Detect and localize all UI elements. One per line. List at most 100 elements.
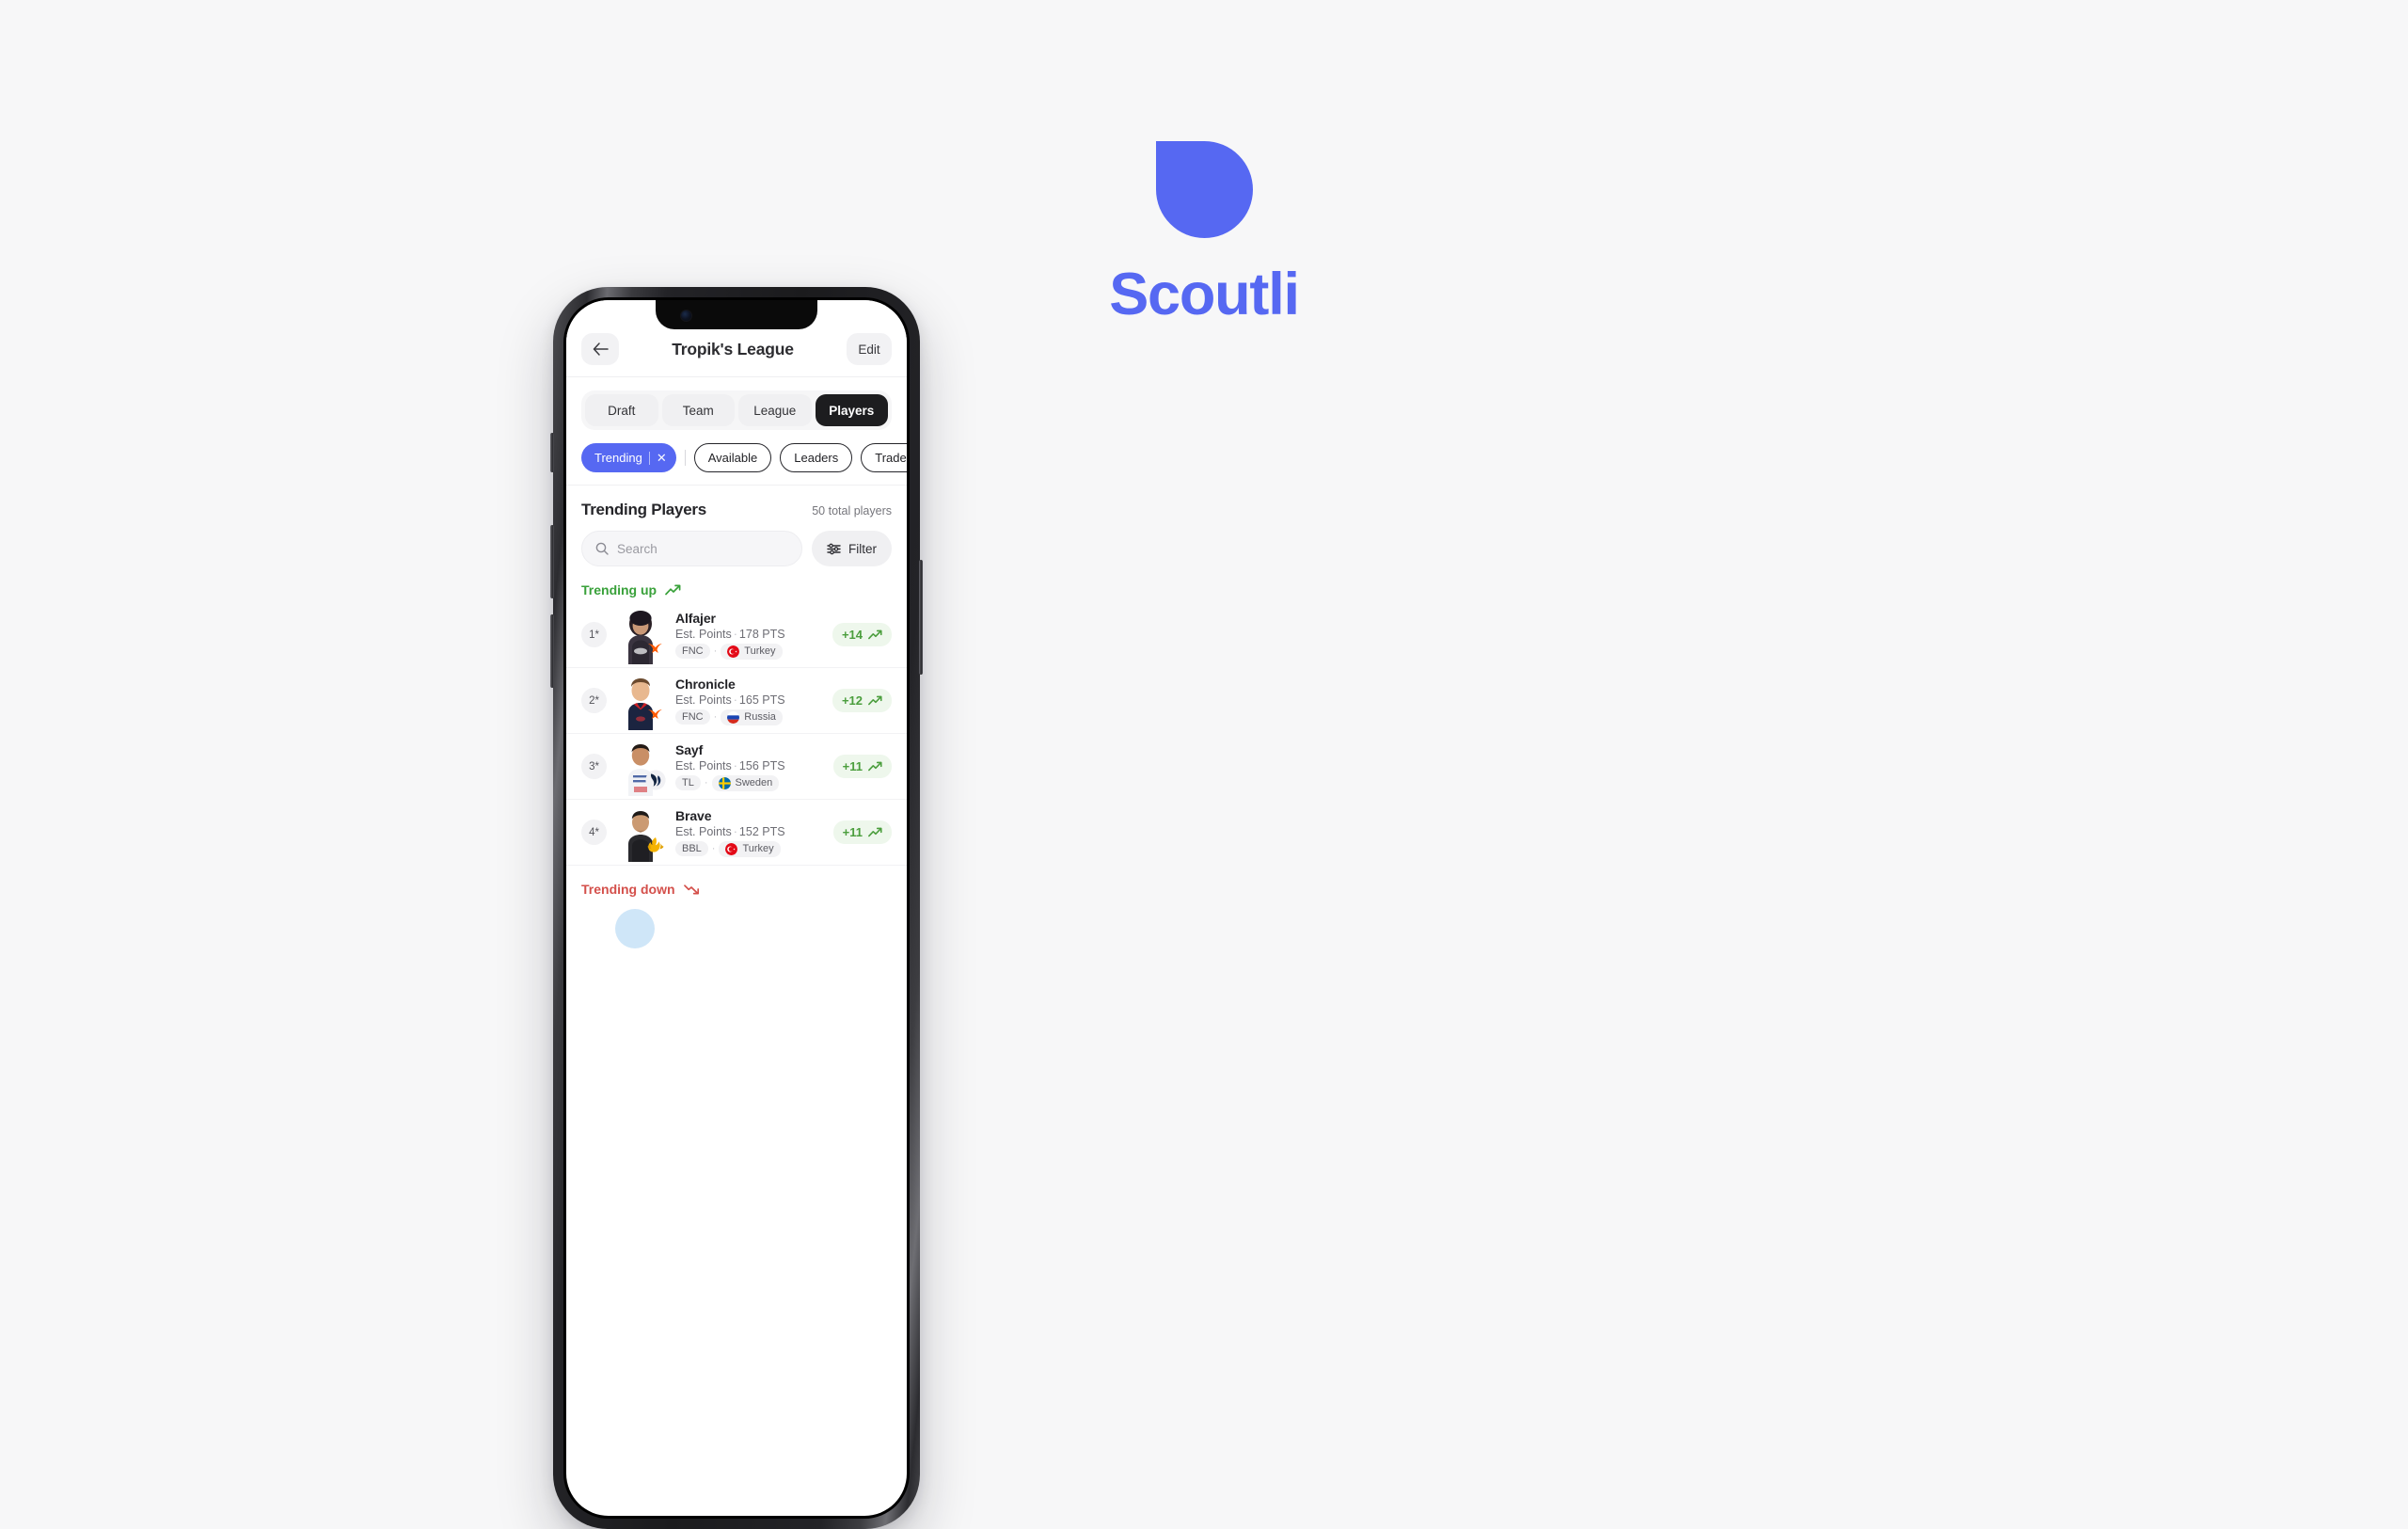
country-tag: Turkey	[719, 840, 781, 857]
country-label: Russia	[744, 711, 776, 723]
player-tags: FNC · Russia	[675, 709, 832, 725]
fnatic-logo-icon	[645, 704, 666, 725]
player-points: Est. Points · 178 PTS	[675, 627, 785, 641]
team-liquid-logo-icon	[645, 769, 666, 790]
list-title: Trending Players	[581, 501, 706, 518]
filter-button[interactable]: Filter	[812, 531, 892, 566]
group-header-trending-down: Trending down	[566, 866, 907, 901]
close-icon[interactable]: ✕	[657, 452, 667, 464]
table-row[interactable]: 4* Brave Est. Points · 152 PTS BBL · Tur…	[566, 800, 907, 866]
brand-name: Scoutli	[1109, 262, 1300, 327]
trending-up-icon	[868, 827, 882, 837]
tab-league[interactable]: League	[738, 394, 812, 426]
status-badge: +14	[832, 623, 892, 646]
avatar	[615, 738, 666, 796]
fnatic-logo-icon	[645, 638, 666, 659]
rank-badge: 3*	[581, 754, 607, 779]
chips-separator	[684, 450, 686, 466]
trending-up-icon	[868, 629, 882, 640]
trending-down-icon	[683, 884, 700, 895]
tag-separator: ·	[704, 777, 708, 788]
player-points: Est. Points · 152 PTS	[675, 824, 785, 838]
table-row[interactable]: 2* Chronicle Est. Points · 165 PTS FNC ·…	[566, 668, 907, 734]
search-placeholder: Search	[617, 541, 657, 556]
avatar	[615, 909, 655, 948]
volume-down-button[interactable]	[550, 614, 554, 688]
country-tag: Turkey	[721, 643, 783, 660]
delta-value: +11	[842, 825, 863, 839]
team-tag: TL	[675, 775, 701, 790]
country-tag: Sweden	[711, 774, 780, 791]
tag-separator: ·	[711, 843, 716, 854]
points-value: 156 PTS	[738, 758, 785, 772]
status-badge: +11	[832, 820, 892, 844]
rank-badge: 2*	[581, 688, 607, 713]
arrow-left-icon	[593, 342, 609, 356]
tag-separator: ·	[713, 645, 718, 657]
back-button[interactable]	[581, 333, 619, 365]
player-points: Est. Points · 165 PTS	[675, 693, 785, 707]
search-row: Search Filter	[566, 519, 907, 566]
team-tag: BBL	[675, 841, 708, 856]
phone-bezel: Tropik's League Edit Draft Team League P…	[563, 297, 910, 1519]
chip-trade[interactable]: Trade	[861, 443, 907, 472]
notch	[656, 300, 817, 329]
points-value: 178 PTS	[738, 627, 785, 641]
rank-badge: 4*	[581, 820, 607, 845]
player-name: Alfajer	[675, 610, 716, 626]
player-info: Alfajer Est. Points · 178 PTS FNC · Turkey	[675, 611, 832, 660]
edit-button[interactable]: Edit	[847, 333, 892, 365]
chip-divider	[648, 451, 650, 465]
power-button[interactable]	[919, 560, 923, 675]
player-info: Brave Est. Points · 152 PTS BBL · Turkey	[675, 808, 833, 857]
filter-button-label: Filter	[848, 541, 877, 556]
group-label-trending-up: Trending up	[581, 582, 657, 597]
points-value: 152 PTS	[738, 824, 785, 838]
chip-leaders[interactable]: Leaders	[780, 443, 853, 472]
delta-value: +11	[842, 759, 863, 773]
country-tag: Russia	[721, 709, 783, 725]
group-header-trending-up: Trending up	[566, 566, 907, 602]
phone-screen: Tropik's League Edit Draft Team League P…	[566, 300, 907, 1516]
tab-players[interactable]: Players	[815, 394, 888, 426]
sweden-flag-icon	[718, 776, 731, 789]
segmented-control: Draft Team League Players	[581, 390, 892, 430]
search-icon	[595, 542, 609, 555]
page-title: Tropik's League	[672, 339, 794, 358]
table-row[interactable]: 3* Sayf Est. Points · 156 PTS TL · Swede…	[566, 734, 907, 800]
status-badge: +12	[832, 689, 892, 712]
list-item[interactable]	[566, 901, 907, 948]
points-label: Est. Points	[675, 627, 732, 641]
front-camera-icon	[681, 311, 691, 321]
chip-trending[interactable]: Trending ✕	[581, 443, 676, 472]
player-info: Sayf Est. Points · 156 PTS TL · Sweden	[675, 742, 833, 791]
chip-available[interactable]: Available	[693, 443, 772, 472]
team-tag: FNC	[675, 709, 710, 725]
turkey-flag-icon	[727, 645, 740, 658]
trending-up-icon	[665, 584, 681, 596]
country-label: Turkey	[744, 645, 776, 657]
trending-up-icon	[868, 761, 882, 772]
team-tag: FNC	[675, 644, 710, 659]
country-label: Turkey	[742, 843, 774, 854]
search-input[interactable]: Search	[581, 531, 802, 566]
avatar	[615, 606, 666, 664]
table-row[interactable]: 1* Alfajer Est. Points · 178 PTS FNC · T…	[566, 602, 907, 668]
filter-chips-row: Trending ✕ Available Leaders Trade	[566, 443, 907, 486]
volume-up-button[interactable]	[550, 525, 554, 598]
player-name: Brave	[675, 807, 712, 823]
phone-mockup: Tropik's League Edit Draft Team League P…	[550, 287, 923, 1529]
player-name: Chronicle	[675, 676, 736, 692]
delta-value: +12	[841, 693, 863, 708]
status-badge: +11	[832, 755, 892, 778]
player-points: Est. Points · 156 PTS	[675, 758, 785, 772]
chip-trending-label: Trending	[594, 451, 642, 465]
tab-draft[interactable]: Draft	[585, 394, 658, 426]
turkey-flag-icon	[725, 842, 738, 855]
country-label: Sweden	[735, 777, 773, 788]
avatar	[615, 804, 666, 862]
player-tags: FNC · Turkey	[675, 643, 832, 660]
silent-switch-button[interactable]	[550, 433, 554, 472]
tab-team[interactable]: Team	[661, 394, 735, 426]
list-header: Trending Players 50 total players	[566, 486, 907, 519]
